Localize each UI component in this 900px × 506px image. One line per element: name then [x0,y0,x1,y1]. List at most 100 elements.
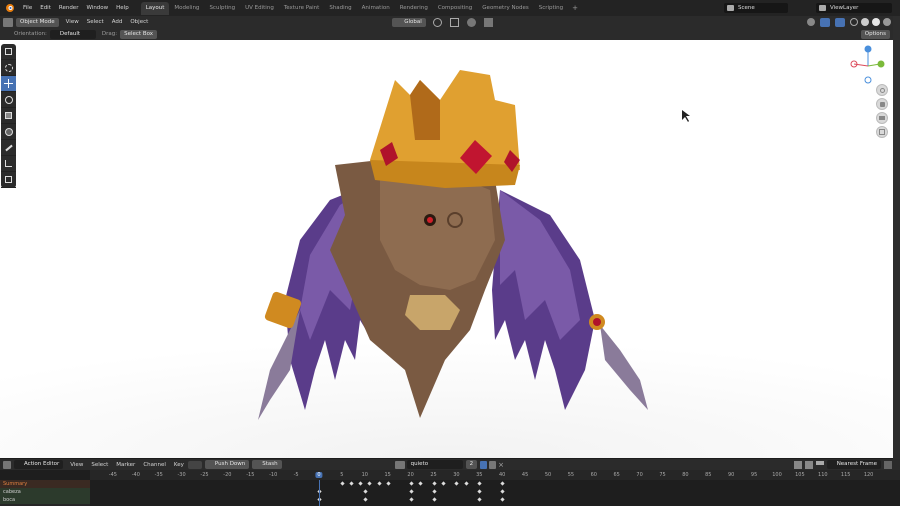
keyframe[interactable] [441,481,446,486]
keyframe[interactable] [340,481,345,486]
stash-button[interactable]: Stash [252,460,282,469]
keyframe[interactable] [500,489,505,494]
keyframe[interactable] [477,481,482,486]
overlay-toggle-icon[interactable] [835,17,845,27]
keyframe[interactable] [363,489,368,494]
tab-layout[interactable]: Layout [140,1,170,15]
editor-mode-dropdown[interactable]: Action Editor [14,460,64,469]
playhead[interactable] [319,480,320,506]
unlink-action-icon[interactable]: × [498,461,505,469]
visibility-icon[interactable] [807,18,815,26]
frame-tick: -35 [154,472,163,478]
keyframe[interactable] [477,489,482,494]
view-layer-selector[interactable]: ViewLayer [816,3,892,13]
material-shading-icon[interactable] [872,18,880,26]
show-errors-icon[interactable] [804,460,813,469]
keyframe[interactable] [418,481,423,486]
zoom-icon[interactable] [876,84,888,96]
tab-compositing[interactable]: Compositing [433,2,477,15]
camera-icon[interactable] [876,112,888,124]
keyframe[interactable] [463,481,469,486]
proportional-edit-icon[interactable] [466,17,476,27]
keyframe[interactable] [454,481,460,486]
keyframe[interactable] [500,481,505,486]
keyframe[interactable] [408,481,414,486]
rendered-shading-icon[interactable] [883,18,891,26]
filter-icon[interactable] [815,460,824,469]
keyframe[interactable] [408,489,414,494]
keyframe[interactable] [408,497,414,502]
pivot-icon[interactable] [432,17,442,27]
transform-tool-icon[interactable] [1,124,16,140]
keyframe[interactable] [431,497,437,502]
options-dropdown[interactable]: Options [860,29,890,39]
solid-shading-icon[interactable] [861,18,869,26]
tab-sculpting[interactable]: Sculpting [204,2,240,15]
rotate-tool-icon[interactable] [1,92,16,108]
frame-ruler[interactable]: -45 -40 -35 -30 -25 -20 -15 -10 -5 0 5 10 15 20 25 30 35… [90,470,900,480]
snapping-dropdown[interactable]: Nearest Frame [826,460,881,469]
tab-geometry-nodes[interactable]: Geometry Nodes [477,2,533,15]
orientation-dropdown[interactable]: Default [49,29,96,39]
tab-shading[interactable]: Shading [324,2,356,15]
tab-uv-editing[interactable]: UV Editing [240,2,279,15]
keyframe[interactable] [358,481,363,486]
tab-rendering[interactable]: Rendering [395,2,433,15]
properties-strip[interactable] [893,16,900,459]
frame-tick: -45 [108,472,117,478]
keyframe[interactable] [363,497,368,502]
menu-file[interactable]: File [19,0,36,16]
falloff-icon[interactable] [483,17,493,27]
measure-tool-icon[interactable] [1,156,16,172]
select-box-tool-icon[interactable] [1,44,16,60]
channel-cabeza[interactable]: cabeza [0,488,90,496]
3d-viewport[interactable] [0,40,893,458]
grid-perspective-icon[interactable] [876,126,888,138]
channel-boca[interactable]: boca [0,496,90,504]
new-action-icon[interactable] [489,460,497,469]
tab-modeling[interactable]: Modeling [169,2,204,15]
keyframe[interactable] [477,497,482,502]
action-name-field[interactable]: quieto [406,460,463,469]
frame-tick: 90 [728,472,735,478]
keyframe[interactable] [367,481,372,486]
navigation-gizmo[interactable] [846,44,886,88]
mode-dropdown[interactable]: Object Mode [16,17,59,27]
annotate-tool-icon[interactable] [1,140,16,156]
cursor-tool-icon[interactable] [1,60,16,76]
keyframe[interactable] [376,481,382,486]
tab-texture-paint[interactable]: Texture Paint [279,2,325,15]
keyframe-area[interactable] [90,480,900,506]
keyframe[interactable] [386,481,391,486]
pan-hand-icon[interactable] [876,98,888,110]
add-cube-tool-icon[interactable] [1,172,16,188]
frame-tick: 115 [840,472,851,478]
channel-summary[interactable]: Summary [0,480,90,488]
push-down-button[interactable]: Push Down [204,460,250,469]
keyframe[interactable] [500,497,505,502]
move-tool-icon[interactable] [1,76,16,92]
dopesheet-editor-icon[interactable] [3,460,11,469]
add-workspace-button[interactable]: + [568,4,582,12]
proportional-editing-icon[interactable] [884,460,892,469]
editor-type-icon[interactable] [3,17,13,27]
wireframe-shading-icon[interactable] [850,18,858,26]
action-browse-icon[interactable] [394,460,405,469]
scale-tool-icon[interactable] [1,108,16,124]
tab-animation[interactable]: Animation [357,2,395,15]
fake-user-shield-icon[interactable] [480,460,488,469]
blender-logo-icon[interactable] [3,2,17,14]
dopesheet-area[interactable]: Summary cabeza boca -45 -40 -35 -30 -25 -20 -1… [0,470,900,506]
keyframe[interactable] [431,489,437,494]
action-users-count[interactable]: 2 [465,460,478,469]
only-selected-icon[interactable] [793,460,802,469]
tab-scripting[interactable]: Scripting [534,2,568,15]
transform-orientation-dropdown[interactable]: Global [392,17,426,27]
gizmo-toggle-icon[interactable] [820,17,830,27]
snap-icon[interactable] [449,17,459,27]
keyframe[interactable] [431,481,437,486]
menu-edit[interactable]: Edit [36,0,55,16]
interpolation-icon[interactable] [187,460,202,469]
drag-dropdown[interactable]: Select Box [120,29,158,39]
keyframe[interactable] [349,481,354,486]
